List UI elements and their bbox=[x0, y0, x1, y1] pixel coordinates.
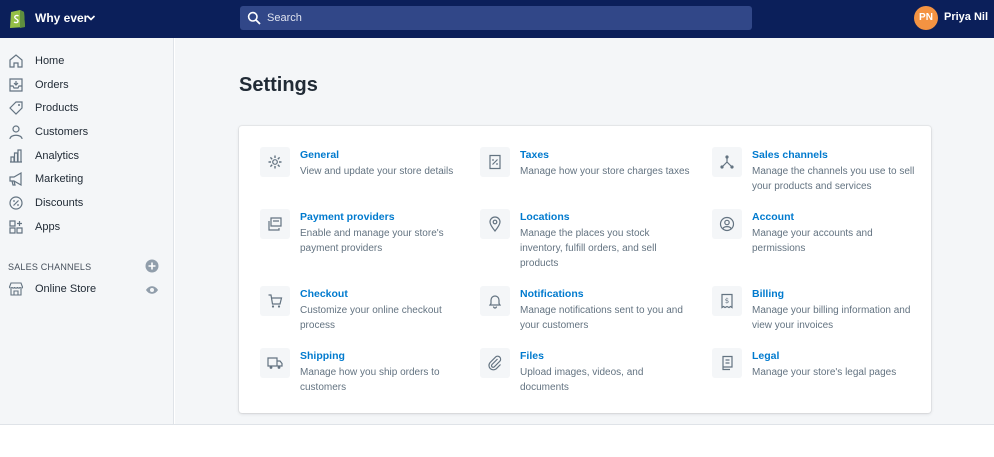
eye-icon[interactable] bbox=[145, 285, 159, 295]
sidebar-item-discounts[interactable]: Discounts bbox=[0, 193, 174, 215]
setting-title[interactable]: Taxes bbox=[520, 149, 549, 161]
search-bar[interactable] bbox=[240, 6, 752, 30]
shopify-logo-icon[interactable] bbox=[8, 8, 26, 29]
setting-description: Manage your billing information and view… bbox=[752, 305, 911, 331]
sidebar-item-label: Orders bbox=[35, 79, 69, 91]
setting-title[interactable]: Notifications bbox=[520, 288, 584, 300]
setting-title[interactable]: Legal bbox=[752, 350, 779, 362]
sidebar: Home Orders Products Customers Analytics… bbox=[0, 38, 174, 424]
sidebar-item-apps[interactable]: Apps bbox=[0, 217, 174, 239]
sidebar-item-label: Customers bbox=[35, 126, 89, 138]
user-name[interactable]: Priya Nil bbox=[944, 11, 988, 23]
sidebar-item-label: Discounts bbox=[35, 197, 84, 209]
setting-description: Manage how your store charges taxes bbox=[520, 166, 690, 177]
sidebar-item-marketing[interactable]: Marketing bbox=[0, 169, 174, 191]
cart-icon bbox=[260, 286, 290, 316]
setting-title[interactable]: Files bbox=[520, 350, 544, 362]
main-content: Settings General View and update your st… bbox=[175, 38, 994, 424]
setting-description: Customize your online checkout process bbox=[300, 305, 442, 331]
setting-title[interactable]: General bbox=[300, 149, 339, 161]
add-channel-icon[interactable] bbox=[145, 259, 159, 273]
setting-description: Upload images, videos, and documents bbox=[520, 367, 644, 393]
sidebar-item-online-store[interactable]: Online Store bbox=[0, 279, 174, 301]
search-icon bbox=[247, 11, 261, 25]
sidebar-item-label: Home bbox=[35, 55, 65, 67]
setting-description: Manage notifications sent to you and you… bbox=[520, 305, 683, 331]
sidebar-item-analytics[interactable]: Analytics bbox=[0, 146, 174, 168]
setting-description: View and update your store details bbox=[300, 166, 454, 177]
footer-divider bbox=[0, 424, 994, 425]
tag-icon bbox=[9, 101, 23, 115]
sidebar-item-label: Online Store bbox=[35, 283, 97, 295]
chevron-down-icon[interactable] bbox=[86, 13, 96, 23]
home-icon bbox=[9, 54, 23, 68]
location-pin-icon bbox=[480, 209, 510, 239]
setting-description: Manage your accounts and permissions bbox=[752, 228, 873, 254]
setting-description: Enable and manage your store's payment p… bbox=[300, 228, 444, 254]
truck-icon bbox=[260, 348, 290, 378]
billing-icon: $ bbox=[712, 286, 742, 316]
paperclip-icon bbox=[480, 348, 510, 378]
sales-channels-heading: SALES CHANNELS bbox=[8, 262, 92, 272]
top-bar: Why ever PN Priya Nil bbox=[0, 0, 994, 38]
setting-description: Manage how you ship orders to customers bbox=[300, 367, 440, 393]
bell-icon bbox=[480, 286, 510, 316]
setting-description: Manage the places you stock inventory, f… bbox=[520, 228, 657, 269]
orders-icon bbox=[9, 78, 23, 92]
avatar[interactable]: PN bbox=[914, 6, 938, 30]
setting-title[interactable]: Checkout bbox=[300, 288, 348, 300]
account-icon bbox=[712, 209, 742, 239]
setting-title[interactable]: Shipping bbox=[300, 350, 345, 362]
setting-title[interactable]: Locations bbox=[520, 211, 570, 223]
gear-icon bbox=[260, 147, 290, 177]
search-input[interactable] bbox=[267, 9, 737, 27]
sidebar-item-customers[interactable]: Customers bbox=[0, 122, 174, 144]
channels-icon bbox=[712, 147, 742, 177]
person-icon bbox=[9, 125, 23, 140]
settings-card: General View and update your store detai… bbox=[239, 126, 931, 413]
setting-description: Manage your store's legal pages bbox=[752, 367, 897, 378]
store-icon bbox=[8, 282, 24, 296]
legal-icon bbox=[712, 348, 742, 378]
setting-title[interactable]: Account bbox=[752, 211, 794, 223]
payment-icon bbox=[260, 209, 290, 239]
sidebar-item-label: Apps bbox=[35, 221, 61, 233]
apps-icon bbox=[9, 220, 23, 234]
setting-title[interactable]: Sales channels bbox=[752, 149, 828, 161]
bar-chart-icon bbox=[10, 149, 22, 163]
setting-title[interactable]: Payment providers bbox=[300, 211, 395, 223]
sidebar-item-label: Analytics bbox=[35, 150, 80, 162]
svg-text:$: $ bbox=[725, 297, 729, 305]
sidebar-item-products[interactable]: Products bbox=[0, 98, 174, 120]
megaphone-icon bbox=[9, 171, 22, 187]
tax-icon bbox=[480, 147, 510, 177]
setting-description: Manage the channels you use to sell your… bbox=[752, 166, 915, 192]
store-name[interactable]: Why ever bbox=[35, 11, 88, 25]
page-title: Settings bbox=[239, 74, 318, 96]
setting-title[interactable]: Billing bbox=[752, 288, 784, 300]
sidebar-item-label: Marketing bbox=[35, 173, 84, 185]
discount-icon bbox=[9, 196, 23, 210]
sidebar-item-orders[interactable]: Orders bbox=[0, 75, 174, 97]
sidebar-item-label: Products bbox=[35, 102, 79, 114]
sidebar-item-home[interactable]: Home bbox=[0, 51, 174, 73]
